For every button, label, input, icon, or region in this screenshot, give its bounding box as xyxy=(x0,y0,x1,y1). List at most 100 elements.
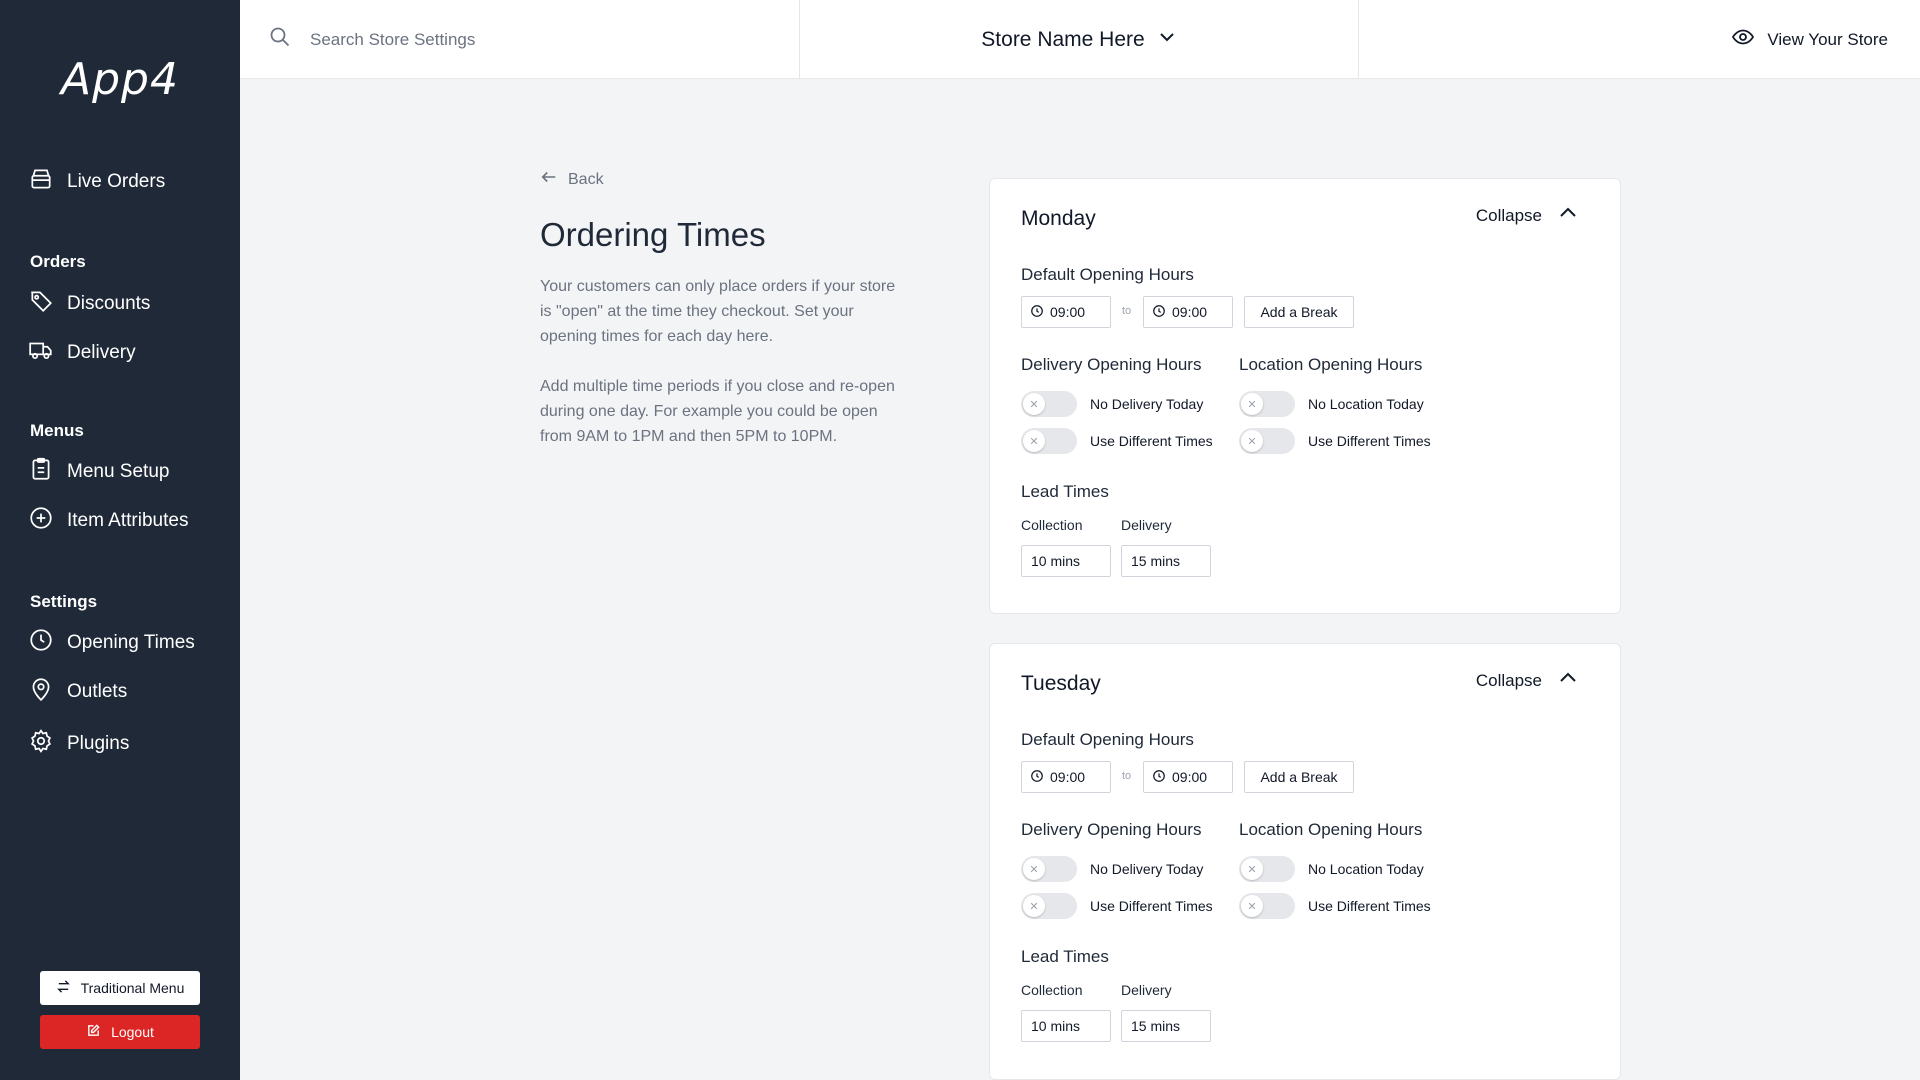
sidebar-item-label: Discounts xyxy=(67,293,151,314)
no-location-toggle-row: ✕ No Location Today xyxy=(1239,856,1424,882)
store-name: Store Name Here xyxy=(981,27,1145,51)
no-delivery-toggle-row: ✕ No Delivery Today xyxy=(1021,391,1203,417)
arrow-left-icon xyxy=(540,168,558,191)
map-pin-icon xyxy=(28,676,54,708)
no-delivery-toggle-row: ✕ No Delivery Today xyxy=(1021,856,1203,882)
page-description: Your customers can only place orders if … xyxy=(540,278,896,345)
clipboard-icon xyxy=(28,456,54,488)
logout-button[interactable]: Logout xyxy=(40,1015,200,1049)
gear-icon xyxy=(28,728,54,760)
chevron-down-icon xyxy=(1157,27,1177,53)
search-input[interactable] xyxy=(310,29,710,50)
traditional-menu-label: Traditional Menu xyxy=(80,980,185,996)
delivery-diff-times-toggle[interactable]: ✕ xyxy=(1021,428,1077,454)
location-diff-times-toggle[interactable]: ✕ xyxy=(1239,428,1295,454)
default-hours-label: Default Opening Hours xyxy=(1021,730,1194,749)
sidebar-item-label: Opening Times xyxy=(67,632,195,653)
store-icon xyxy=(28,166,54,198)
to-label: to xyxy=(1122,305,1132,317)
close-icon: ✕ xyxy=(1023,430,1045,452)
eye-icon xyxy=(1731,25,1755,54)
close-time-input[interactable]: 09:00 xyxy=(1143,296,1233,328)
collapse-button[interactable]: Collapse xyxy=(1476,201,1580,230)
close-icon: ✕ xyxy=(1023,858,1045,880)
traditional-menu-button[interactable]: Traditional Menu xyxy=(40,971,200,1005)
close-icon: ✕ xyxy=(1241,895,1263,917)
sidebar: App4 Live Orders Orders Discounts Delive… xyxy=(0,0,240,1080)
collection-label: Collection xyxy=(1021,517,1083,533)
open-time-input[interactable]: 09:00 xyxy=(1021,296,1111,328)
close-time-input[interactable]: 09:00 xyxy=(1143,761,1233,793)
day-card-tuesday: Tuesday Collapse Default Opening Hours 0… xyxy=(989,643,1621,1080)
sidebar-item-label: Item Attributes xyxy=(67,510,189,531)
delivery-hours-label: Delivery Opening Hours xyxy=(1021,355,1202,374)
toggle-label: Use Different Times xyxy=(1308,898,1431,914)
sidebar-item-delivery[interactable]: Delivery xyxy=(28,337,136,369)
truck-icon xyxy=(28,337,54,369)
location-diff-times-toggle-row: ✕ Use Different Times xyxy=(1239,893,1431,919)
day-title: Tuesday xyxy=(1021,672,1101,695)
open-time-value: 09:00 xyxy=(1050,769,1086,785)
chevron-up-icon xyxy=(1556,201,1580,230)
toggle-label: Use Different Times xyxy=(1090,433,1213,449)
no-location-toggle[interactable]: ✕ xyxy=(1239,856,1295,882)
no-location-toggle-row: ✕ No Location Today xyxy=(1239,391,1424,417)
search-bar xyxy=(240,0,800,79)
delivery-lead-input[interactable]: 15 mins xyxy=(1121,1010,1211,1042)
delivery-diff-times-toggle[interactable]: ✕ xyxy=(1021,893,1077,919)
clock-icon xyxy=(28,627,54,659)
app-logo: App4 xyxy=(61,54,179,105)
delivery-hours-label: Delivery Opening Hours xyxy=(1021,820,1202,839)
view-store-link[interactable]: View Your Store xyxy=(1731,0,1888,79)
sidebar-item-label: Outlets xyxy=(67,681,128,702)
open-time-input[interactable]: 09:00 xyxy=(1021,761,1111,793)
close-time-value: 09:00 xyxy=(1172,304,1208,320)
no-delivery-toggle[interactable]: ✕ xyxy=(1021,391,1077,417)
toggle-label: Use Different Times xyxy=(1090,898,1213,914)
clock-icon xyxy=(1030,304,1044,321)
sidebar-item-label: Delivery xyxy=(67,342,136,363)
no-location-toggle[interactable]: ✕ xyxy=(1239,391,1295,417)
sidebar-item-opening-times[interactable]: Opening Times xyxy=(28,627,195,659)
toggle-label: No Delivery Today xyxy=(1090,861,1204,877)
sidebar-item-outlets[interactable]: Outlets xyxy=(28,676,127,708)
back-link[interactable]: Back xyxy=(540,168,604,191)
toggle-label: No Location Today xyxy=(1308,861,1424,877)
collection-lead-input[interactable]: 10 mins xyxy=(1021,1010,1111,1042)
sidebar-section-menus: Menus xyxy=(30,421,84,440)
collapse-label: Collapse xyxy=(1475,205,1542,225)
sidebar-item-discounts[interactable]: Discounts xyxy=(28,288,150,320)
delivery-diff-times-toggle-row: ✕ Use Different Times xyxy=(1021,428,1213,454)
sidebar-item-label: Menu Setup xyxy=(67,461,170,482)
location-diff-times-toggle-row: ✕ Use Different Times xyxy=(1239,428,1431,454)
add-break-button[interactable]: Add a Break xyxy=(1244,296,1354,328)
collection-lead-input[interactable]: 10 mins xyxy=(1021,545,1111,577)
sidebar-item-live-orders[interactable]: Live Orders xyxy=(28,166,165,198)
no-delivery-toggle[interactable]: ✕ xyxy=(1021,856,1077,882)
sidebar-item-label: Plugins xyxy=(67,733,130,754)
location-diff-times-toggle[interactable]: ✕ xyxy=(1239,893,1295,919)
plus-circle-icon xyxy=(28,505,54,537)
collapse-button[interactable]: Collapse xyxy=(1476,666,1580,695)
store-selector[interactable]: Store Name Here xyxy=(800,0,1359,79)
logout-label: Logout xyxy=(111,1024,154,1040)
location-hours-label: Location Opening Hours xyxy=(1239,820,1423,839)
to-label: to xyxy=(1122,770,1132,782)
add-break-button[interactable]: Add a Break xyxy=(1244,761,1354,793)
view-store-label: View Your Store xyxy=(1767,29,1888,49)
collapse-label: Collapse xyxy=(1475,670,1542,690)
close-time-value: 09:00 xyxy=(1172,769,1208,785)
sidebar-item-menu-setup[interactable]: Menu Setup xyxy=(28,456,169,488)
clock-icon xyxy=(1152,304,1166,321)
delivery-lead-input[interactable]: 15 mins xyxy=(1121,545,1211,577)
topbar: Store Name Here View Your Store xyxy=(240,0,1920,79)
close-icon: ✕ xyxy=(1241,430,1263,452)
toggle-label: Use Different Times xyxy=(1308,433,1431,449)
back-label: Back xyxy=(568,170,604,188)
search-icon xyxy=(268,25,292,54)
sidebar-item-item-attributes[interactable]: Item Attributes xyxy=(28,505,188,537)
sidebar-item-plugins[interactable]: Plugins xyxy=(28,728,129,760)
day-card-monday: Monday Collapse Default Opening Hours 09… xyxy=(989,178,1621,614)
collection-label: Collection xyxy=(1021,982,1083,998)
close-icon: ✕ xyxy=(1023,393,1045,415)
